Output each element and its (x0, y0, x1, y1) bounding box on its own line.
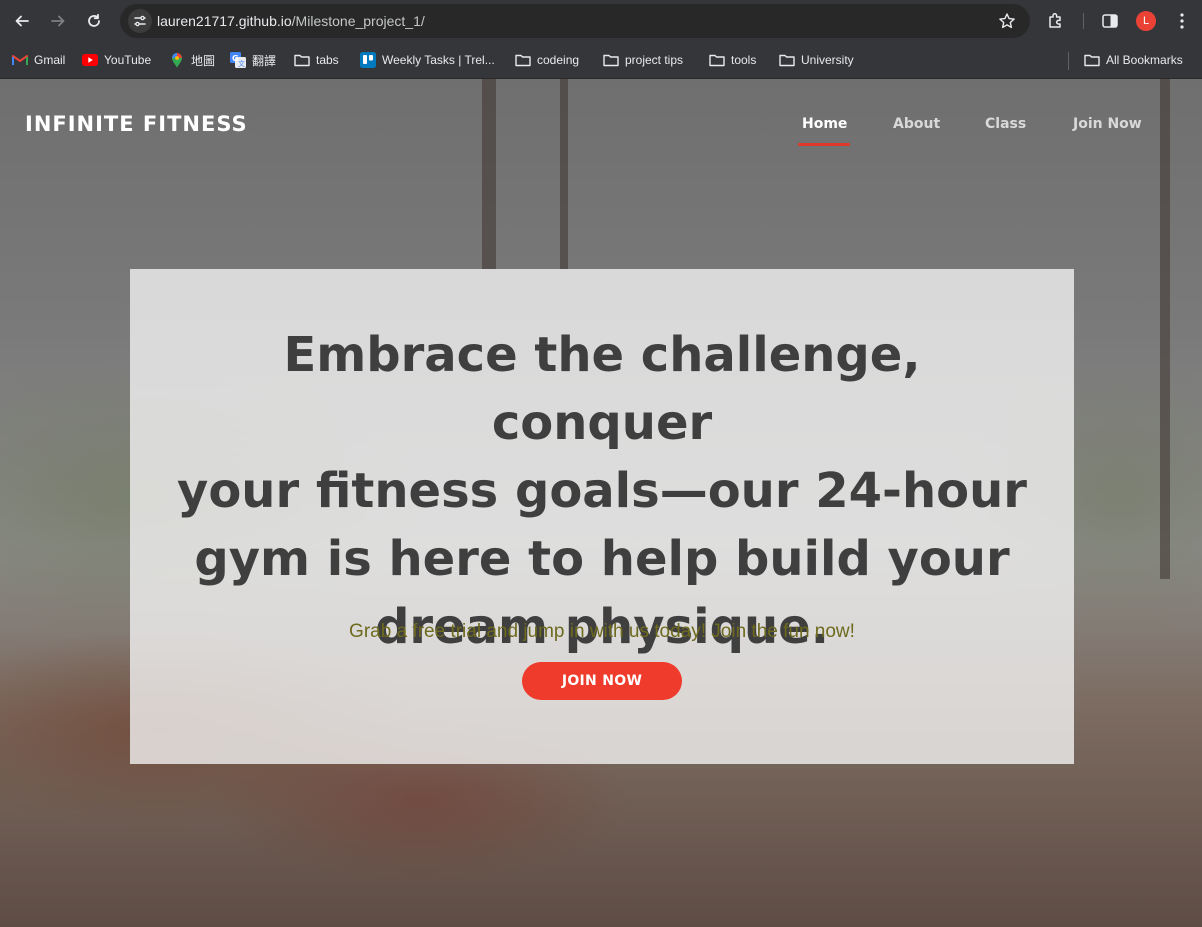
bookmark-folder-university[interactable]: University (779, 51, 854, 69)
bookmark-folder-tabs[interactable]: tabs (294, 51, 339, 69)
bookmarks-divider (1068, 52, 1069, 70)
background-window-frame (560, 79, 568, 269)
url-path: /Milestone_project_1/ (291, 13, 425, 29)
bookmark-folder-codeing[interactable]: codeing (515, 51, 579, 69)
bookmark-label: 地圖 (191, 53, 216, 68)
bookmark-youtube[interactable]: YouTube (82, 51, 151, 69)
bookmark-label: Gmail (34, 53, 66, 67)
bookmark-label: 翻譯 (252, 53, 277, 68)
bookmark-label: project tips (625, 53, 684, 67)
bookmark-folder-project-tips[interactable]: project tips (603, 51, 683, 69)
nav-active-underline (798, 143, 850, 146)
bookmark-label: tabs (316, 53, 339, 67)
site-settings-icon[interactable] (128, 9, 152, 33)
folder-icon (709, 52, 725, 68)
folder-icon (1084, 52, 1100, 68)
bookmark-label: University (801, 53, 854, 67)
bookmark-maps[interactable]: 地圖 (169, 51, 215, 69)
hero-subtitle: Grab a free trial and jump in with us to… (349, 621, 855, 642)
reload-icon[interactable] (82, 9, 106, 33)
bookmark-label: codeing (537, 53, 580, 67)
bookmark-gmail[interactable]: Gmail (12, 51, 65, 69)
folder-icon (779, 52, 795, 68)
bookmark-label: Weekly Tasks | Trel... (382, 53, 495, 67)
page-viewport: INFINITE FITNESS Home About Class Join N… (0, 79, 1202, 927)
maps-pin-icon (169, 52, 185, 68)
gmail-icon (12, 52, 28, 68)
youtube-icon (82, 52, 98, 68)
toolbar-divider (1083, 13, 1084, 29)
bookmark-folder-tools[interactable]: tools (709, 51, 756, 69)
browser-toolbar: lauren21717.github.io/Milestone_project_… (0, 0, 1202, 42)
site-logo[interactable]: INFINITE FITNESS (25, 112, 248, 136)
side-panel-icon[interactable] (1100, 11, 1120, 31)
all-bookmarks-label: All Bookmarks (1106, 53, 1183, 67)
background-window-frame (482, 79, 496, 269)
trello-icon (360, 52, 376, 68)
kebab-menu-icon[interactable] (1172, 11, 1192, 31)
folder-icon (603, 52, 619, 68)
hero-title: Embrace the challenge, conquer your fitn… (170, 321, 1034, 661)
profile-avatar[interactable]: L (1136, 11, 1156, 31)
forward-arrow-icon[interactable] (46, 9, 70, 33)
back-arrow-icon[interactable] (10, 9, 34, 33)
all-bookmarks-button[interactable]: All Bookmarks (1084, 51, 1183, 69)
bookmark-trello[interactable]: Weekly Tasks | Trel... (360, 51, 495, 69)
hero-title-line: Embrace the challenge, conquer (283, 327, 921, 451)
hero-title-line: your fitness goals—our 24-hour (177, 463, 1027, 519)
folder-icon (294, 52, 310, 68)
background-window-frame (1160, 79, 1170, 579)
url-text[interactable]: lauren21717.github.io/Milestone_project_… (157, 13, 425, 29)
nav-link-home[interactable]: Home (802, 116, 847, 132)
bookmark-label: tools (731, 53, 757, 67)
nav-link-class[interactable]: Class (985, 116, 1026, 132)
bookmark-translate[interactable]: G文 翻譯 (230, 51, 276, 69)
address-bar[interactable]: lauren21717.github.io/Milestone_project_… (120, 4, 1030, 38)
translate-icon: G文 (230, 52, 246, 68)
nav-link-join-now[interactable]: Join Now (1073, 116, 1142, 132)
extensions-icon[interactable] (1046, 11, 1066, 31)
hero-title-line: gym is here to help build your (194, 531, 1010, 587)
join-now-button[interactable]: JOIN NOW (522, 662, 682, 700)
bookmark-label: YouTube (104, 53, 152, 67)
nav-link-about[interactable]: About (893, 116, 940, 132)
svg-text:文: 文 (238, 59, 245, 68)
hero-panel: Embrace the challenge, conquer your fitn… (130, 269, 1074, 764)
bookmark-star-icon[interactable] (998, 12, 1016, 30)
folder-icon (515, 52, 531, 68)
bookmarks-bar: Gmail YouTube 地圖 G文 翻譯 tabs Weekly Tasks… (0, 42, 1202, 79)
url-host: lauren21717.github.io (157, 13, 292, 29)
